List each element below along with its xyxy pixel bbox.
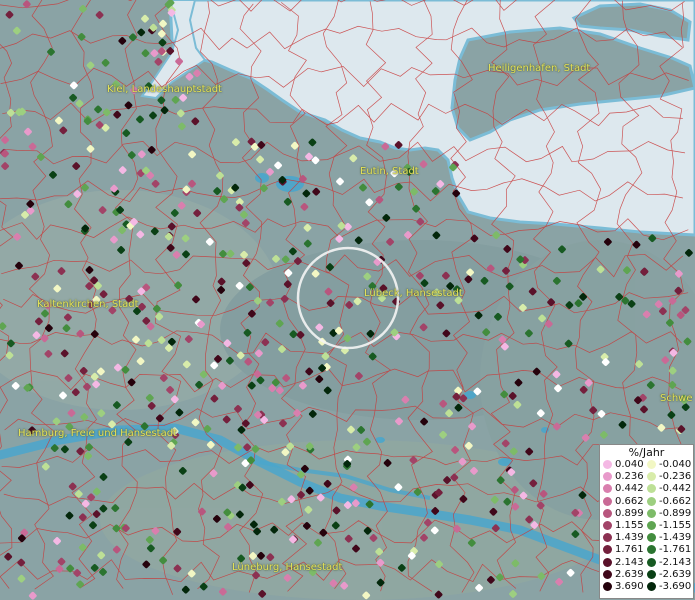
legend-swatch — [603, 557, 612, 567]
legend-entry: 1.761 — [603, 544, 644, 555]
legend-entry: -0.040 — [647, 459, 691, 470]
legend-entry: -2.143 — [647, 557, 691, 568]
legend-label: 1.439 — [615, 532, 644, 544]
legend-entry: 3.690 — [603, 581, 644, 592]
city-label-schwerin: Schwe — [660, 393, 693, 404]
legend-swatch — [647, 484, 656, 494]
legend-entry: -0.442 — [647, 483, 691, 494]
legend-swatch — [647, 472, 656, 482]
legend-entry: -1.439 — [647, 532, 691, 543]
city-label-lueneburg: Lüneburg, Hansestadt — [232, 562, 343, 573]
city-label-kiel: Kiel, Landeshauptstadt — [107, 84, 222, 95]
legend-swatch — [603, 496, 612, 506]
legend-label: -0.040 — [659, 459, 692, 470]
legend-label: -1.761 — [659, 544, 692, 556]
legend-entry: -0.236 — [647, 471, 691, 482]
legend-swatch — [603, 521, 612, 530]
legend-entry: 2.143 — [603, 557, 644, 568]
legend-swatch — [603, 569, 612, 579]
legend-entry: 0.236 — [603, 471, 644, 482]
city-label-hamburg: Hamburg, Freie und Hansestadt — [18, 428, 177, 439]
legend-swatch — [603, 533, 612, 543]
legend-swatch — [647, 557, 656, 567]
legend-label: 2.639 — [615, 568, 644, 580]
legend-entry: 0.662 — [603, 496, 644, 507]
legend-label: -0.236 — [659, 471, 692, 483]
legend-swatch — [647, 533, 656, 543]
legend-label: -1.439 — [659, 532, 692, 544]
legend-label: -2.143 — [659, 556, 692, 568]
legend-entry: 0.899 — [603, 508, 644, 519]
legend-label: 0.040 — [615, 459, 644, 470]
legend-label: -3.690 — [659, 581, 692, 592]
legend-label: 2.143 — [615, 556, 644, 568]
legend-label: -0.662 — [659, 495, 692, 507]
legend-entry: -0.899 — [647, 508, 691, 519]
legend-entry: -1.761 — [647, 544, 691, 555]
legend-swatch — [647, 545, 656, 555]
legend-label: 1.761 — [615, 544, 644, 556]
legend-entry: 1.439 — [603, 532, 644, 543]
legend-entry: -2.639 — [647, 569, 691, 580]
legend-entry: 1.155 — [603, 520, 644, 531]
legend-label: 0.236 — [615, 471, 644, 483]
legend-swatch — [647, 582, 656, 591]
legend-label: 0.442 — [615, 483, 644, 495]
legend-swatch — [603, 508, 612, 518]
legend-swatch — [647, 569, 656, 579]
legend-entry: 2.639 — [603, 569, 644, 580]
legend-title: %/Jahr — [628, 446, 665, 459]
legend-label: -2.639 — [659, 568, 692, 580]
legend-swatch — [647, 496, 656, 506]
legend: %/Jahr 0.040 0.236 0.442 0.662 0.899 1.155 1.4… — [599, 444, 694, 599]
legend-label: -1.155 — [659, 520, 692, 531]
city-label-kaltenkirchen: Kaltenkirchen, Stadt — [37, 299, 139, 310]
legend-label: 0.662 — [615, 495, 644, 507]
legend-swatch — [603, 582, 612, 591]
city-label-luebeck: Lübeck, Hansestadt — [364, 288, 463, 299]
legend-label: 3.690 — [615, 581, 644, 592]
legend-label: -0.442 — [659, 483, 692, 495]
legend-entry: 0.442 — [603, 483, 644, 494]
legend-swatch — [603, 460, 612, 469]
city-label-heiligenhafen: Heiligenhafen, Stadt — [488, 63, 591, 74]
city-label-eutin: Eutin, Stadt — [360, 166, 419, 177]
legend-swatch — [647, 521, 656, 530]
map-view[interactable]: Kiel, Landeshauptstadt Heiligenhafen, St… — [0, 0, 695, 600]
legend-entry: -0.662 — [647, 496, 691, 507]
legend-label: 0.899 — [615, 507, 644, 519]
legend-swatch — [603, 472, 612, 482]
legend-entry: 0.040 — [603, 459, 644, 470]
legend-label: 1.155 — [615, 520, 644, 531]
legend-swatch — [647, 508, 656, 518]
legend-entry: -1.155 — [647, 520, 691, 531]
legend-label: -0.899 — [659, 507, 692, 519]
legend-swatch — [603, 484, 612, 494]
legend-entry: -3.690 — [647, 581, 691, 592]
legend-swatch — [647, 460, 656, 469]
legend-swatch — [603, 545, 612, 555]
